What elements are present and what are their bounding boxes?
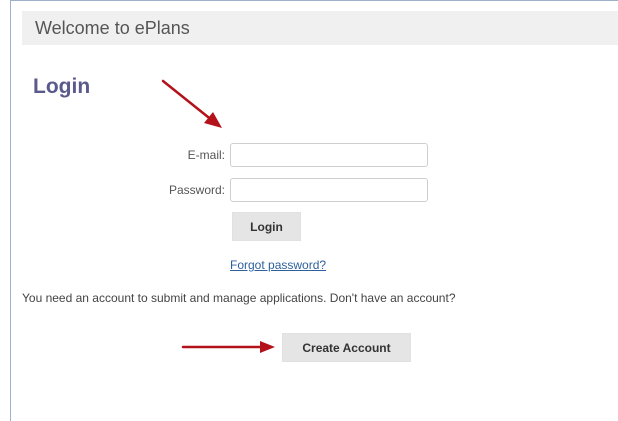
diagonal-arrow-icon — [161, 79, 222, 128]
right-arrow-icon — [181, 341, 275, 353]
annotation-arrows — [161, 79, 275, 353]
